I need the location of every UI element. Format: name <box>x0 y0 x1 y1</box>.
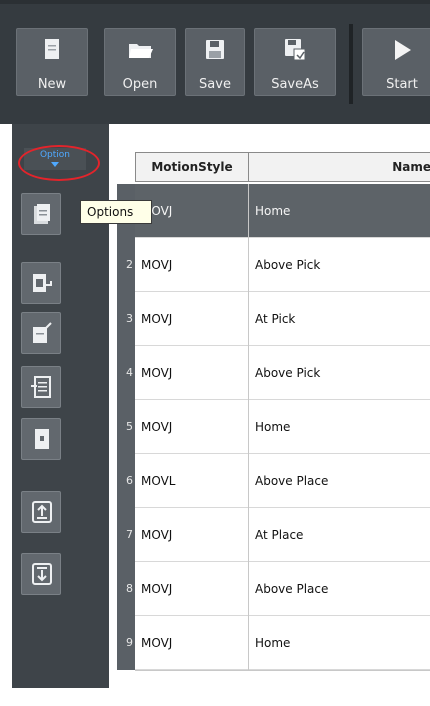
toolbar-separator <box>349 24 353 104</box>
motion-style-cell[interactable]: MOVL <box>135 454 175 508</box>
play-icon <box>389 37 415 63</box>
save-button[interactable]: Save <box>185 28 245 96</box>
motion-style-cell[interactable]: MOVJ <box>135 292 172 346</box>
name-cell[interactable]: Above Place <box>249 454 328 508</box>
table-row[interactable]: 9 MOVJ Home <box>117 616 430 670</box>
motion-style-cell[interactable]: MOVJ <box>135 238 172 292</box>
row-number: 2 <box>117 238 135 292</box>
open-button[interactable]: Open <box>104 28 176 96</box>
table-row[interactable]: 5 MOVJ Home <box>117 400 430 454</box>
row-number: 8 <box>117 562 135 616</box>
export-tool-button[interactable] <box>21 262 61 304</box>
row-number: 6 <box>117 454 135 508</box>
folder-open-icon <box>127 37 153 63</box>
options-document-icon <box>34 204 50 224</box>
name-cell[interactable]: At Pick <box>249 292 295 346</box>
move-down-tool-button[interactable] <box>21 553 61 595</box>
name-cell[interactable]: Home <box>249 400 290 454</box>
name-cell[interactable]: Above Pick <box>249 346 320 400</box>
motion-style-cell[interactable]: MOVJ <box>135 508 172 562</box>
column-header-name[interactable]: Name <box>248 152 430 182</box>
import-document-icon <box>31 376 51 398</box>
motion-style-cell[interactable]: MOVJ <box>135 400 172 454</box>
motion-table: MotionStyle Name 1 MOVJ Home 2 MOVJ Abov… <box>117 150 430 680</box>
name-cell[interactable]: Above Pick <box>249 238 320 292</box>
save-as-button-label: SaveAs <box>271 77 319 92</box>
table-row[interactable]: 1 MOVJ Home <box>117 184 430 238</box>
row-number: 5 <box>117 400 135 454</box>
name-cell[interactable]: Above Place <box>249 562 328 616</box>
name-cell[interactable]: Home <box>249 184 290 238</box>
table-row[interactable]: 4 MOVJ Above Pick <box>117 346 430 400</box>
table-row[interactable]: 3 MOVJ At Pick <box>117 292 430 346</box>
blank-doc-tool-button[interactable] <box>21 418 61 460</box>
table-row[interactable]: 2 MOVJ Above Pick <box>117 238 430 292</box>
blank-document-icon <box>35 429 49 449</box>
name-cell[interactable]: At Place <box>249 508 303 562</box>
new-button-label: New <box>37 77 67 92</box>
start-button-label: Start <box>386 77 418 92</box>
motion-style-cell[interactable]: MOVJ <box>135 562 172 616</box>
table-bottom-border <box>135 670 430 671</box>
table-row[interactable]: 8 MOVJ Above Place <box>117 562 430 616</box>
move-up-tool-button[interactable] <box>21 491 61 533</box>
row-number: 7 <box>117 508 135 562</box>
motion-style-cell[interactable]: MOVJ <box>135 616 172 670</box>
toolbar-top-stripe <box>0 0 430 4</box>
save-button-label: Save <box>199 77 231 92</box>
save-as-button[interactable]: SaveAs <box>254 28 336 96</box>
start-button[interactable]: Start <box>362 28 430 96</box>
highlight-annotation <box>18 145 100 181</box>
column-header-motionstyle[interactable]: MotionStyle <box>135 152 249 182</box>
name-cell[interactable]: Home <box>249 616 290 670</box>
table-row[interactable]: 6 MOVL Above Place <box>117 454 430 508</box>
move-up-icon <box>32 501 52 523</box>
edit-tool-button[interactable] <box>21 312 61 354</box>
motion-style-cell[interactable]: MOVJ <box>135 346 172 400</box>
options-tooltip: Options <box>80 200 152 224</box>
floppy-disk-icon <box>202 37 228 63</box>
import-tool-button[interactable] <box>21 366 61 408</box>
open-button-label: Open <box>122 77 158 92</box>
new-file-icon <box>39 37 65 63</box>
table-row[interactable]: 7 MOVJ At Place <box>117 508 430 562</box>
toolbar: New Open Save SaveAs Start <box>0 0 430 124</box>
move-down-icon <box>32 563 52 585</box>
table-header: MotionStyle Name <box>117 150 430 184</box>
options-tool-button[interactable] <box>21 193 61 235</box>
row-number: 9 <box>117 616 135 670</box>
row-number: 4 <box>117 346 135 400</box>
save-as-icon <box>282 37 308 63</box>
row-number: 3 <box>117 292 135 346</box>
edit-document-icon <box>33 322 52 343</box>
new-button[interactable]: New <box>16 28 88 96</box>
export-document-icon <box>33 274 52 292</box>
